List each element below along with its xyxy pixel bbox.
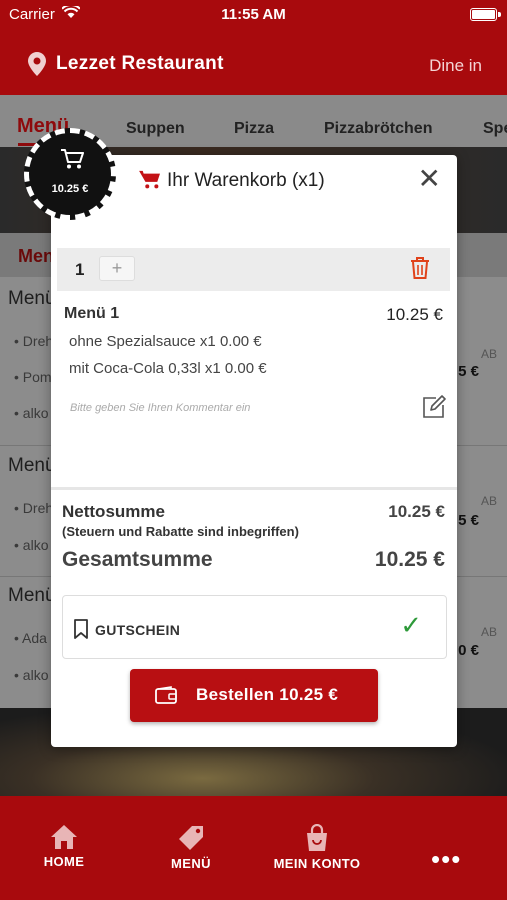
wallet-icon <box>155 686 177 704</box>
list-item-sub: • alko <box>14 537 49 553</box>
list-item-badge: AB <box>480 494 497 508</box>
voucher-field[interactable]: GUTSCHEIN ✓ <box>62 595 447 659</box>
tab-account[interactable]: MEIN KONTO <box>262 824 372 871</box>
close-icon[interactable]: ✕ <box>418 165 441 193</box>
tab-suppen[interactable]: Suppen <box>126 120 185 138</box>
tab-home-label: HOME <box>43 854 85 869</box>
list-item-price: 5 € <box>458 363 479 380</box>
list-item-sub: • alko <box>14 405 49 421</box>
list-item-title[interactable]: Menü <box>8 585 56 607</box>
order-button[interactable]: Bestellen 10.25 € <box>130 669 378 722</box>
grand-total-value: 10.25 € <box>374 548 445 571</box>
list-item-sub: • Dreh <box>14 333 54 349</box>
tag-icon <box>179 826 203 850</box>
item-price: 10.25 € <box>386 305 443 324</box>
battery-tip <box>498 12 501 17</box>
list-item-sub: • Ada <box>14 630 47 646</box>
tab-menu-nav[interactable]: MENÜ <box>136 824 246 871</box>
tab-pizza[interactable]: Pizza <box>234 120 274 138</box>
tab-account-label: MEIN KONTO <box>273 856 361 871</box>
list-item-price: 0 € <box>458 642 479 659</box>
modal-title: Ihr Warenkorb (x1) <box>167 170 325 191</box>
tab-pizzabroetchen[interactable]: Pizzabrötchen <box>324 120 432 138</box>
list-item-badge: AB <box>480 347 497 361</box>
list-item-sub: • alko <box>14 667 49 683</box>
cart-icon <box>139 170 160 189</box>
item-name: Menü 1 <box>64 305 120 322</box>
cart-modal: Ihr Warenkorb (x1) ✕ 1 + Menü 1 10.25 € … <box>51 155 457 747</box>
check-icon[interactable]: ✓ <box>400 610 422 641</box>
status-time: 11:55 AM <box>221 6 286 23</box>
restaurant-name[interactable]: Lezzet Restaurant <box>56 53 224 75</box>
app-header: Carrier 11:55 AM Lezzet Restaurant Dine … <box>0 0 507 95</box>
tab-menu-label: MENÜ <box>171 856 211 871</box>
home-icon <box>51 825 77 849</box>
trash-icon[interactable] <box>410 256 430 280</box>
list-item-price: 5 € <box>458 512 479 529</box>
tab-more-category[interactable]: Spe <box>483 120 507 138</box>
item-option: ohne Spezialsauce x1 0.00 € <box>69 333 262 350</box>
battery-icon <box>470 8 497 21</box>
order-button-label: Bestellen 10.25 € <box>196 685 339 704</box>
tab-home[interactable]: HOME <box>9 824 119 869</box>
dine-in-toggle[interactable]: Dine in <box>429 56 482 76</box>
voucher-label: GUTSCHEIN <box>95 622 181 638</box>
bag-icon <box>307 824 327 851</box>
cart-icon <box>61 149 84 169</box>
net-total-label: Nettosumme <box>62 502 165 521</box>
list-item-sub: • Pom <box>14 369 52 385</box>
list-item-sub: • Dreh <box>14 500 54 516</box>
section-title: Men <box>18 246 54 266</box>
comment-input[interactable]: Bitte geben Sie Ihren Kommentar ein <box>70 402 250 414</box>
list-item-badge: AB <box>480 625 497 639</box>
item-option: mit Coca-Cola 0,33l x1 0.00 € <box>69 360 267 377</box>
tax-note: (Steuern und Rabatte sind inbegriffen) <box>62 524 299 539</box>
more-icon[interactable]: ••• <box>431 844 461 875</box>
bookmark-icon <box>74 619 88 639</box>
increase-quantity-button[interactable]: + <box>99 256 135 281</box>
edit-icon[interactable] <box>422 395 446 419</box>
location-pin-icon[interactable] <box>28 52 46 76</box>
net-total-value: 10.25 € <box>388 502 445 521</box>
list-item-title[interactable]: Menü <box>8 455 56 477</box>
cart-badge-amount: 10.25 € <box>51 183 89 195</box>
floating-cart-button[interactable]: 10.25 € <box>24 128 116 220</box>
divider <box>51 487 457 490</box>
status-bar: Carrier 11:55 AM <box>0 0 507 28</box>
list-item-title[interactable]: Menü <box>8 288 56 310</box>
item-quantity: 1 <box>75 260 85 279</box>
grand-total-label: Gesamtsumme <box>62 548 213 571</box>
quantity-bar: 1 + <box>57 248 450 291</box>
